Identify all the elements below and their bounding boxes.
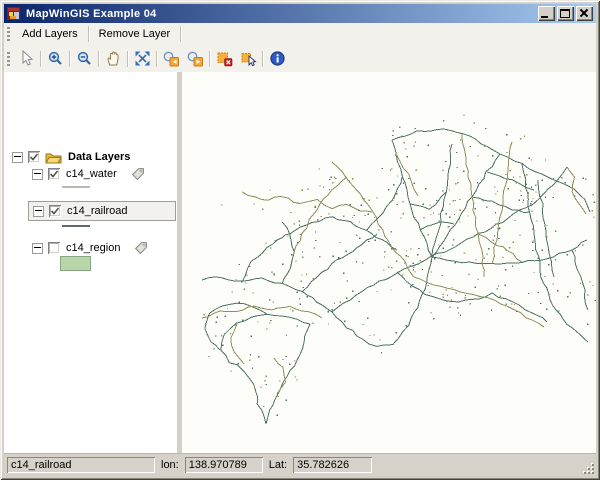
close-button[interactable] xyxy=(576,6,593,21)
zoom-next-icon[interactable] xyxy=(183,47,207,70)
c14-railroad-legend-swatch xyxy=(62,225,90,227)
map-panel xyxy=(182,72,596,454)
toolbar-separator xyxy=(156,51,157,67)
tag-icon[interactable] xyxy=(131,167,145,181)
window-title: MapWinGIS Example 04 xyxy=(26,8,536,20)
toolbar-separator xyxy=(69,51,70,67)
menu-strip: Add Layers Remove Layer xyxy=(4,23,596,46)
status-bar: c14_railroad lon: 138.970789 Lat: 35.782… xyxy=(4,453,596,476)
collapse-toggle-icon[interactable] xyxy=(32,169,43,180)
identify-info-icon[interactable] xyxy=(265,47,289,70)
select-shapes-icon[interactable] xyxy=(236,47,260,70)
map-canvas[interactable] xyxy=(182,72,600,452)
status-lon-label: lon: xyxy=(161,459,179,471)
status-lon-value: 138.970789 xyxy=(185,457,263,473)
collapse-toggle-icon[interactable] xyxy=(12,152,23,163)
toolbar-separator xyxy=(98,51,99,67)
tree-node-c14-water[interactable]: c14_water xyxy=(32,166,145,182)
content-area: Data Layers c14_water c14_railr xyxy=(4,72,596,454)
tag-icon[interactable] xyxy=(134,241,148,255)
layers-tree-panel: Data Layers c14_water c14_railr xyxy=(4,72,177,454)
c14-water-legend-swatch xyxy=(62,186,90,188)
zoom-full-extent-icon[interactable] xyxy=(130,47,154,70)
tree-node-data-layers[interactable]: Data Layers xyxy=(12,149,130,165)
folder-icon xyxy=(45,151,62,164)
zoom-previous-icon[interactable] xyxy=(159,47,183,70)
toolbar-grip-handle[interactable] xyxy=(7,52,10,66)
menu-separator xyxy=(88,26,89,42)
tree-node-label[interactable]: c14_railroad xyxy=(67,205,128,217)
collapse-toggle-icon[interactable] xyxy=(33,206,44,217)
status-lat-label: Lat: xyxy=(269,459,287,471)
menu-separator xyxy=(180,26,181,42)
pointer-icon[interactable] xyxy=(14,47,38,70)
minimize-button[interactable] xyxy=(538,6,555,21)
toolbar-separator xyxy=(209,51,210,67)
resize-grip[interactable] xyxy=(582,462,594,474)
tree-node-c14-region[interactable]: c14_region xyxy=(32,240,148,256)
title-bar[interactable]: MapWinGIS Example 04 xyxy=(4,4,596,23)
tool-strip xyxy=(4,45,596,73)
tree-node-label[interactable]: c14_region xyxy=(66,242,120,254)
collapse-toggle-icon[interactable] xyxy=(32,243,43,254)
zoom-out-icon[interactable] xyxy=(72,47,96,70)
c14-region-checkbox[interactable] xyxy=(48,242,60,254)
menu-grip-handle[interactable] xyxy=(7,27,10,41)
app-icon xyxy=(7,7,22,21)
c14-railroad-checkbox[interactable] xyxy=(49,205,61,217)
tree-node-label[interactable]: c14_water xyxy=(66,168,117,180)
app-window: MapWinGIS Example 04 Add Layers Remove L… xyxy=(0,0,600,480)
toolbar-separator xyxy=(127,51,128,67)
maximize-button[interactable] xyxy=(557,6,574,21)
pan-hand-icon[interactable] xyxy=(101,47,125,70)
toolbar-separator xyxy=(262,51,263,67)
zoom-in-icon[interactable] xyxy=(43,47,67,70)
toolbar-separator xyxy=(40,51,41,67)
c14-region-legend-swatch xyxy=(60,256,91,271)
c14-water-checkbox[interactable] xyxy=(48,168,60,180)
menu-remove-layer[interactable]: Remove Layer xyxy=(91,25,179,43)
tree-node-c14-railroad-selected[interactable]: c14_railroad xyxy=(28,201,176,221)
status-selected-layer: c14_railroad xyxy=(7,457,155,473)
tree-node-label[interactable]: Data Layers xyxy=(68,151,130,163)
menu-add-layers[interactable]: Add Layers xyxy=(14,25,86,43)
data-layers-checkbox[interactable] xyxy=(28,151,40,163)
status-lat-value: 35.782626 xyxy=(293,457,372,473)
clear-selection-icon[interactable] xyxy=(212,47,236,70)
